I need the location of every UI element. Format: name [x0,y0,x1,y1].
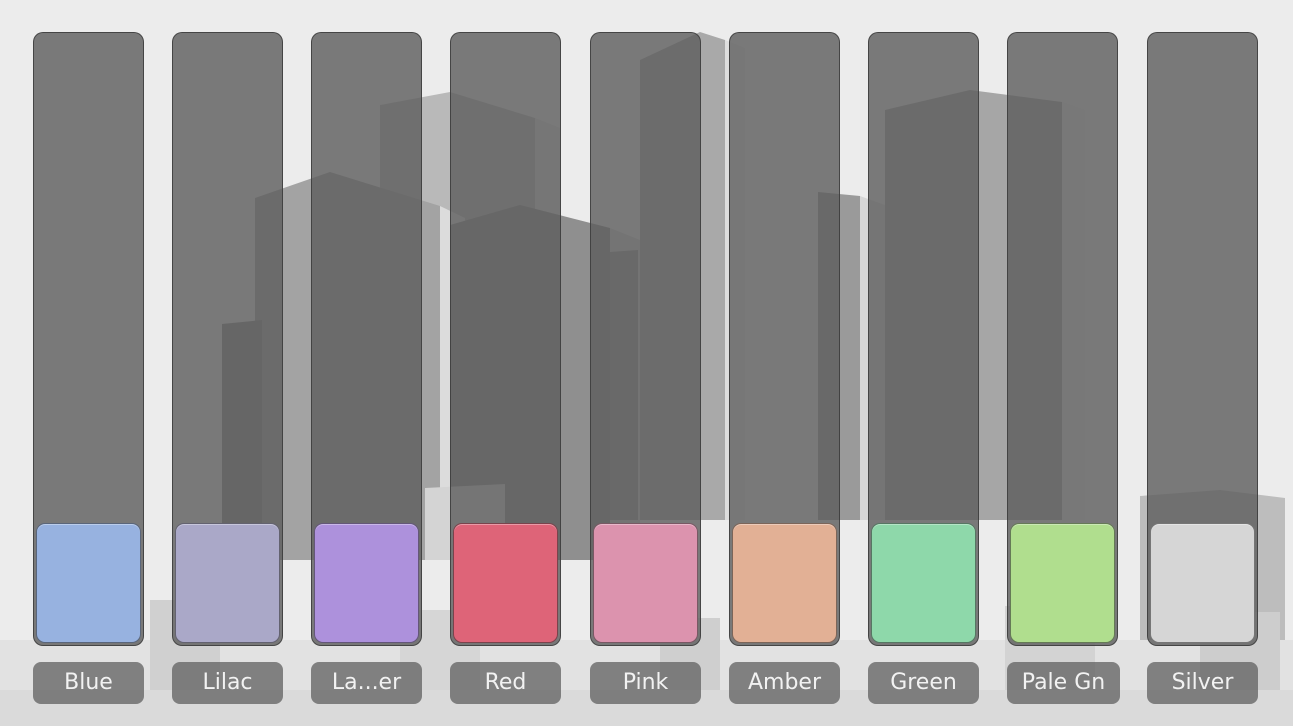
color-palette-panel: Blue Lilac La...er Red Pink Amber Green … [0,0,1293,726]
color-swatch[interactable] [732,523,837,643]
color-strip-lavender[interactable] [311,32,422,646]
color-label-green[interactable]: Green [868,662,979,704]
color-label-red[interactable]: Red [450,662,561,704]
color-strip-blue[interactable] [33,32,144,646]
color-strip-green[interactable] [868,32,979,646]
color-swatch[interactable] [453,523,558,643]
color-swatch[interactable] [593,523,698,643]
color-strip-amber[interactable] [729,32,840,646]
color-label-silver[interactable]: Silver [1147,662,1258,704]
color-label-lavender[interactable]: La...er [311,662,422,704]
color-swatch[interactable] [871,523,976,643]
color-label-lilac[interactable]: Lilac [172,662,283,704]
color-label-pink[interactable]: Pink [590,662,701,704]
color-strip-silver[interactable] [1147,32,1258,646]
color-strip-pale-green[interactable] [1007,32,1118,646]
color-label-amber[interactable]: Amber [729,662,840,704]
color-strip-red[interactable] [450,32,561,646]
color-swatch[interactable] [175,523,280,643]
color-swatch[interactable] [314,523,419,643]
color-label-blue[interactable]: Blue [33,662,144,704]
color-strip-lilac[interactable] [172,32,283,646]
color-strip-pink[interactable] [590,32,701,646]
color-label-pale-green[interactable]: Pale Gn [1007,662,1120,704]
color-swatch[interactable] [36,523,141,643]
color-swatch[interactable] [1010,523,1115,643]
color-swatch[interactable] [1150,523,1255,643]
